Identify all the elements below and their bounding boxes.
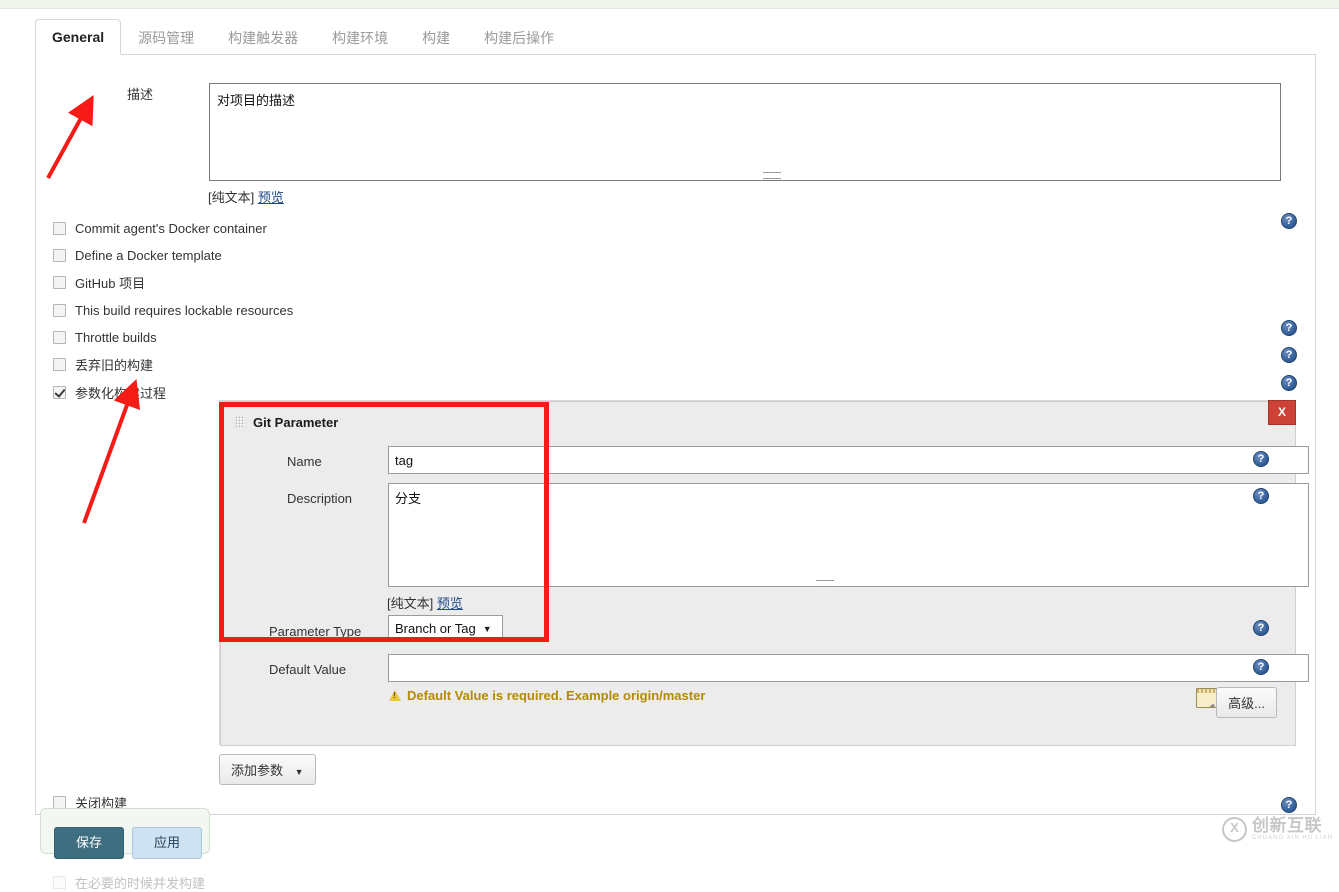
git-parameter-panel: Git Parameter X Name Description [纯文本] 预… xyxy=(220,401,1296,746)
checkbox-row[interactable]: 丢弃旧的构建 xyxy=(53,351,153,377)
checkbox-row[interactable]: This build requires lockable resources xyxy=(53,297,293,323)
apply-button[interactable]: 应用 xyxy=(132,827,202,859)
tab-list: General源码管理构建触发器构建环境构建构建后操作 xyxy=(35,19,571,55)
checkbox-row[interactable]: Commit agent's Docker container xyxy=(53,215,267,241)
checkbox-label-concurrent-build: 在必要的时候并发构建 xyxy=(75,873,205,892)
help-icon-throttle-builds[interactable]: ? xyxy=(1281,320,1297,336)
delete-parameter-button[interactable]: X xyxy=(1268,400,1296,425)
advanced-button[interactable]: 高级... xyxy=(1216,687,1277,718)
checkbox-concurrent-build[interactable] xyxy=(53,876,66,889)
checkbox-label: 丢弃旧的构建 xyxy=(75,355,153,374)
parameter-plaintext-label: [纯文本] xyxy=(387,596,433,611)
parameter-plaintext-row: [纯文本] 预览 xyxy=(387,593,463,612)
add-parameter-button[interactable]: 添加参数 ▼ xyxy=(219,754,316,785)
tab-general[interactable]: General xyxy=(35,19,121,55)
checkbox-label: This build requires lockable resources xyxy=(75,303,293,318)
checkbox-row[interactable]: GitHub 项目 xyxy=(53,269,145,295)
checkbox-input[interactable] xyxy=(53,276,66,289)
checkbox-row[interactable]: 参数化构建过程 xyxy=(53,379,166,405)
watermark-sub-text: CHUANG XIN HU LIAN xyxy=(1252,835,1333,841)
default-value-warning: Default Value is required. Example origi… xyxy=(389,688,705,703)
checkbox-label: 参数化构建过程 xyxy=(75,383,166,402)
help-icon-parameter-type[interactable]: ? xyxy=(1253,620,1269,636)
watermark-text: 创新互联 CHUANG XIN HU LIAN xyxy=(1252,817,1333,841)
watermark: 创新互联 CHUANG XIN HU LIAN xyxy=(1222,817,1333,842)
parameter-preview-link[interactable]: 预览 xyxy=(437,596,463,611)
description-resize-grip[interactable] xyxy=(763,172,781,179)
parameter-description-label: Description xyxy=(287,491,352,506)
parameter-type-label: Parameter Type xyxy=(269,624,361,639)
notepad-pencil-icon xyxy=(1196,688,1217,708)
git-parameter-title: Git Parameter xyxy=(253,415,338,430)
description-plaintext-row: [纯文本] 预览 xyxy=(208,187,284,206)
parameter-description-textarea[interactable] xyxy=(388,483,1309,587)
default-value-warning-text: Default Value is required. Example origi… xyxy=(407,688,705,703)
top-green-strip xyxy=(0,0,1339,9)
tab-item-3[interactable]: 构建环境 xyxy=(315,20,405,55)
description-preview-link[interactable]: 预览 xyxy=(258,190,284,205)
parameter-type-select[interactable]: Branch or Tag ▼ xyxy=(388,615,503,642)
save-button[interactable]: 保存 xyxy=(54,827,124,859)
checkbox-input[interactable] xyxy=(53,304,66,317)
checkbox-row[interactable]: Throttle builds xyxy=(53,324,157,350)
save-apply-bar: 保存 应用 xyxy=(40,808,210,854)
checkbox-input[interactable] xyxy=(53,386,66,399)
drag-handle-icon[interactable] xyxy=(235,416,245,428)
watermark-logo-icon xyxy=(1222,817,1247,842)
name-label: Name xyxy=(287,454,322,469)
description-textarea[interactable] xyxy=(209,83,1281,181)
help-icon-parameter-name[interactable]: ? xyxy=(1253,451,1269,467)
tab-item-2[interactable]: 构建触发器 xyxy=(211,20,315,55)
help-icon-parameterized-build[interactable]: ? xyxy=(1281,375,1297,391)
name-input[interactable] xyxy=(388,446,1309,474)
default-value-label: Default Value xyxy=(269,662,346,677)
checkbox-label: Define a Docker template xyxy=(75,248,222,263)
tab-item-4[interactable]: 构建 xyxy=(405,20,467,55)
checkbox-input[interactable] xyxy=(53,222,66,235)
help-icon-disable-build[interactable]: ? xyxy=(1281,797,1297,813)
caret-down-icon: ▼ xyxy=(295,767,304,777)
add-parameter-label: 添加参数 xyxy=(231,763,283,778)
checkbox-label: Commit agent's Docker container xyxy=(75,221,267,236)
general-config-panel: 描述 [纯文本] 预览 Commit agent's Docker contai… xyxy=(35,55,1316,815)
checkbox-row[interactable]: Define a Docker template xyxy=(53,242,222,268)
checkbox-label: Throttle builds xyxy=(75,330,157,345)
checkbox-input[interactable] xyxy=(53,331,66,344)
parameter-type-value: Branch or Tag xyxy=(395,621,476,636)
help-icon-parameter-description[interactable]: ? xyxy=(1253,488,1269,504)
checkbox-input[interactable] xyxy=(53,358,66,371)
watermark-main-text: 创新互联 xyxy=(1252,817,1333,835)
parameter-list-container: Git Parameter X Name Description [纯文本] 预… xyxy=(219,400,1295,745)
checkbox-label: GitHub 项目 xyxy=(75,273,145,292)
plaintext-label: [纯文本] xyxy=(208,190,254,205)
tab-item-5[interactable]: 构建后操作 xyxy=(467,20,571,55)
parameter-description-resize-grip[interactable] xyxy=(816,580,834,587)
checkbox-disable-build[interactable] xyxy=(53,796,66,809)
chevron-down-icon: ▼ xyxy=(483,624,492,634)
help-icon-discard-old-builds[interactable]: ? xyxy=(1281,347,1297,363)
help-icon-default-value[interactable]: ? xyxy=(1253,659,1269,675)
checkbox-input[interactable] xyxy=(53,249,66,262)
default-value-input[interactable] xyxy=(388,654,1309,682)
checkbox-row-concurrent-build[interactable]: 在必要的时候并发构建 xyxy=(53,873,205,892)
config-tab-bar: General源码管理构建触发器构建环境构建构建后操作 xyxy=(35,20,1316,55)
tab-item-1[interactable]: 源码管理 xyxy=(121,20,211,55)
description-label: 描述 xyxy=(70,84,210,103)
help-icon-docker-commit[interactable]: ? xyxy=(1281,213,1297,229)
warning-triangle-icon xyxy=(389,690,401,701)
